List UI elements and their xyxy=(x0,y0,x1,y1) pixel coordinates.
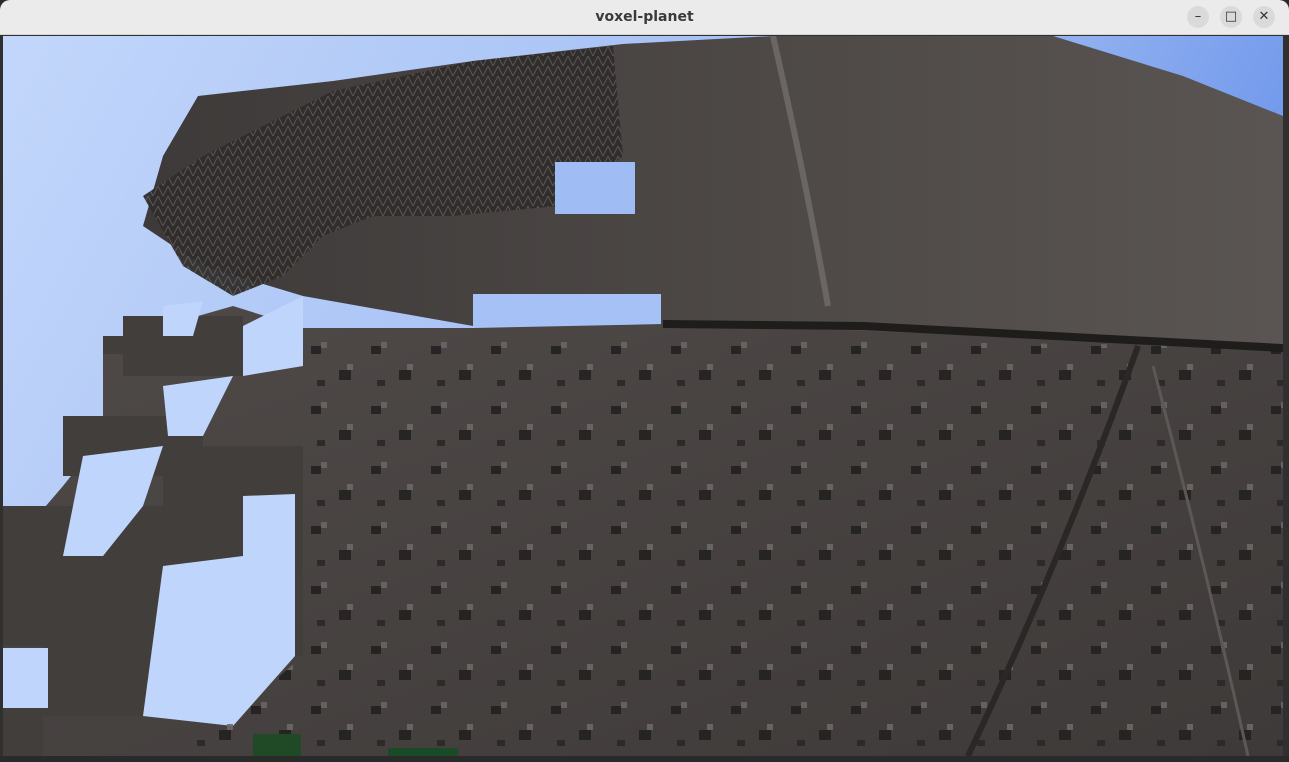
window-title: voxel-planet xyxy=(595,9,694,25)
terrain-texture xyxy=(153,336,1283,756)
close-button[interactable]: ✕ xyxy=(1253,6,1275,28)
maximize-icon: □ xyxy=(1224,9,1238,24)
maximize-button[interactable]: □ xyxy=(1220,6,1242,28)
title-bar[interactable]: voxel-planet – □ ✕ xyxy=(0,0,1289,35)
minimize-button[interactable]: – xyxy=(1187,6,1209,28)
sky-hole-1 xyxy=(555,162,635,214)
game-viewport[interactable] xyxy=(3,36,1283,756)
app-window: voxel-planet – □ ✕ xyxy=(0,0,1289,762)
window-bottom-edge xyxy=(0,756,1289,762)
voxel-scene xyxy=(3,36,1283,756)
sky-hole-2 xyxy=(473,294,661,326)
grass-patch-1 xyxy=(253,734,301,756)
minimize-icon: – xyxy=(1194,9,1202,24)
grass-patch-2 xyxy=(388,748,458,756)
close-icon: ✕ xyxy=(1258,9,1270,24)
